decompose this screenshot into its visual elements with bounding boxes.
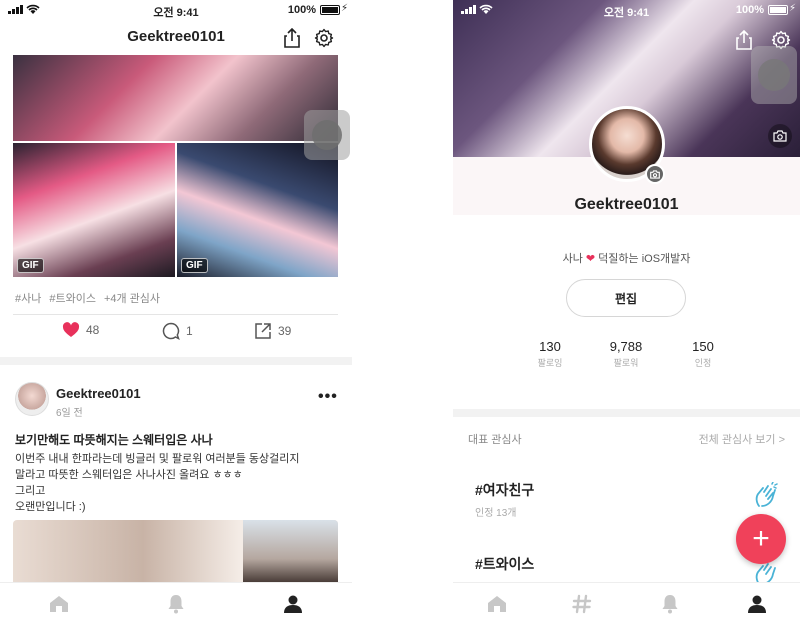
share-count: 39 bbox=[278, 324, 292, 338]
tag-more[interactable]: +4개 관심사 bbox=[104, 290, 160, 306]
camera-icon[interactable] bbox=[645, 164, 665, 184]
like-count: 48 bbox=[86, 323, 100, 337]
tab-bar bbox=[453, 582, 800, 624]
profile-icon[interactable] bbox=[745, 593, 769, 615]
comment-button[interactable]: 1 bbox=[162, 322, 193, 340]
post-photo[interactable] bbox=[13, 520, 338, 585]
charging-icon: ⚡ bbox=[788, 3, 796, 14]
post-body-line: 오랜만입니다 :) bbox=[15, 501, 86, 513]
tab-bar bbox=[0, 582, 352, 624]
stat-value: 9,788 bbox=[609, 339, 643, 354]
add-fab-button[interactable]: + bbox=[736, 514, 786, 564]
bio-text: 덕질하는 iOS개발자 bbox=[598, 253, 691, 265]
section-separator bbox=[0, 357, 352, 365]
stat-following[interactable]: 130 팔로잉 bbox=[510, 339, 590, 369]
charging-icon: ⚡ bbox=[340, 3, 348, 14]
profile-screen: 오전 9:41 100% ⚡ Geektree0101 사나 ❤ 덕질하는 iO… bbox=[453, 0, 800, 624]
stat-label: 팔로잉 bbox=[537, 358, 563, 368]
battery-percent: 100% bbox=[735, 4, 764, 16]
post-time: 6일 전 bbox=[56, 408, 83, 419]
battery-icon bbox=[768, 5, 788, 15]
screen-gap bbox=[352, 0, 453, 624]
avatar[interactable] bbox=[15, 382, 49, 416]
tag-item[interactable]: #사나 bbox=[15, 290, 41, 306]
battery-icon bbox=[320, 5, 340, 15]
tag-item[interactable]: #트와이스 bbox=[49, 290, 96, 306]
gear-icon[interactable] bbox=[312, 26, 336, 50]
tag-list: #사나 #트와이스 +4개 관심사 bbox=[15, 290, 160, 306]
interest-item[interactable]: #여자친구 인정 13개 bbox=[475, 480, 534, 519]
home-icon[interactable] bbox=[47, 593, 71, 615]
edit-profile-button[interactable]: 편집 bbox=[566, 279, 686, 317]
assistive-touch-button[interactable] bbox=[304, 110, 350, 160]
interest-title: #트와이스 bbox=[475, 556, 535, 572]
external-share-icon bbox=[255, 323, 271, 339]
post-photo-main[interactable] bbox=[13, 55, 338, 141]
bell-icon[interactable] bbox=[164, 593, 188, 615]
bio-text: 사나 bbox=[562, 253, 583, 265]
interest-count: 인정 13개 bbox=[475, 508, 517, 519]
section-separator bbox=[453, 409, 800, 417]
post-body: 이번주 내내 한파라는데 빙글러 및 팔로워 여러분들 동상걸리지 말라고 따뜻… bbox=[15, 451, 300, 515]
post-photo-gif-1[interactable]: GIF bbox=[13, 143, 175, 277]
profile-name: Geektree0101 bbox=[574, 196, 679, 213]
post-photo-gif-2[interactable]: GIF bbox=[177, 143, 338, 277]
post-body-line: 이번주 내내 한파라는데 빙글러 및 팔로워 여러분들 동상걸리지 bbox=[15, 453, 300, 465]
stat-value: 150 bbox=[692, 339, 714, 354]
nav-bar: Geektree0101 bbox=[0, 20, 352, 54]
heart-icon bbox=[62, 322, 80, 337]
comment-count: 1 bbox=[186, 324, 193, 338]
divider bbox=[13, 314, 338, 315]
post-actions: 48 1 39 bbox=[0, 322, 352, 348]
stat-value: 130 bbox=[539, 339, 561, 354]
camera-icon[interactable] bbox=[768, 124, 792, 148]
comment-icon bbox=[162, 322, 180, 340]
clap-icon[interactable] bbox=[753, 481, 779, 513]
status-bar: 오전 9:41 100% ⚡ bbox=[0, 0, 352, 20]
interest-title: #여자친구 bbox=[475, 482, 535, 498]
gif-badge: GIF bbox=[181, 258, 208, 273]
feed-screen: 오전 9:41 100% ⚡ Geektree0101 GIF GIF #사나 … bbox=[0, 0, 352, 624]
stat-label: 팔로워 bbox=[613, 358, 639, 368]
interest-item[interactable]: #트와이스 bbox=[475, 554, 534, 574]
gif-badge: GIF bbox=[17, 258, 44, 273]
share-icon[interactable] bbox=[280, 26, 304, 50]
profile-icon[interactable] bbox=[281, 593, 305, 615]
stat-label: 인정 bbox=[694, 358, 712, 368]
battery-percent: 100% bbox=[287, 4, 316, 16]
home-icon[interactable] bbox=[485, 593, 509, 615]
stat-approvals[interactable]: 150 인정 bbox=[663, 339, 743, 369]
post-body-line: 그리고 bbox=[15, 485, 46, 497]
status-bar: 오전 9:41 100% ⚡ bbox=[453, 0, 800, 20]
view-all-interests-link[interactable]: 전체 관심사 보기 > bbox=[699, 431, 785, 447]
post-title: 보기만해도 따뜻해지는 스웨터입은 사나 bbox=[15, 433, 213, 447]
heart-icon: ❤ bbox=[585, 253, 596, 265]
share-post-button[interactable]: 39 bbox=[254, 322, 291, 340]
section-title: 대표 관심사 bbox=[468, 434, 522, 446]
more-icon[interactable]: ••• bbox=[318, 388, 338, 406]
stat-followers[interactable]: 9,788 팔로워 bbox=[586, 339, 666, 369]
post-body-line: 말라고 따뜻한 스웨터입은 사나사진 올려요 ㅎㅎㅎ bbox=[15, 469, 243, 481]
assistive-touch-button[interactable] bbox=[751, 46, 797, 104]
like-button[interactable]: 48 bbox=[62, 322, 99, 338]
hashtag-icon[interactable] bbox=[570, 593, 594, 615]
bell-icon[interactable] bbox=[658, 593, 682, 615]
profile-bio: 사나 ❤ 덕질하는 iOS개발자 bbox=[453, 250, 800, 266]
post-author[interactable]: Geektree0101 bbox=[56, 386, 141, 401]
